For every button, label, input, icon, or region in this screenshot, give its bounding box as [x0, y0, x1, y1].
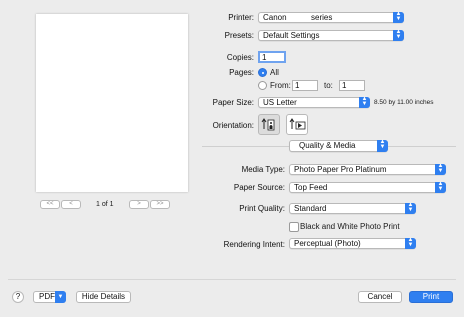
chevron-updown-icon: ▲ ▼	[377, 139, 388, 152]
section-select[interactable]: Quality & Media ▲ ▼	[289, 139, 388, 152]
bw-photo-checkbox[interactable]	[289, 222, 299, 232]
chevron-updown-icon: ▲ ▼	[393, 11, 404, 23]
presets-label: Presets:	[224, 31, 254, 40]
hide-details-button[interactable]: Hide Details	[76, 291, 131, 303]
footer-divider	[8, 279, 456, 280]
pages-from-field[interactable]: 1	[292, 80, 318, 91]
paper-size-label: Paper Size:	[212, 98, 254, 107]
paper-dimensions: 8.50 by 11.00 inches	[374, 99, 434, 106]
media-type-value: Photo Paper Pro Platinum	[294, 165, 387, 174]
chevron-updown-icon: ▲ ▼	[405, 237, 416, 249]
pdf-menu-button[interactable]: PDF ▼	[33, 291, 66, 303]
print-quality-value: Standard	[294, 204, 327, 213]
paper-source-value: Top Feed	[294, 183, 328, 192]
orientation-label: Orientation:	[212, 121, 254, 130]
print-quality-label: Print Quality:	[239, 204, 285, 213]
pdf-label: PDF	[39, 292, 55, 301]
pages-all-radio[interactable]	[258, 68, 267, 77]
section-value: Quality & Media	[299, 141, 356, 150]
page-counter: 1 of 1	[96, 201, 114, 208]
media-type-select[interactable]: Photo Paper Pro Platinum ▲ ▼	[289, 163, 446, 175]
print-quality-select[interactable]: Standard ▲ ▼	[289, 202, 416, 214]
paper-source-label: Paper Source:	[233, 183, 285, 192]
chevron-updown-icon: ▲ ▼	[435, 163, 446, 175]
paper-size-select[interactable]: US Letter ▲ ▼	[258, 96, 370, 108]
presets-value: Default Settings	[263, 31, 320, 40]
prev-page-button[interactable]: <	[61, 200, 81, 209]
presets-select[interactable]: Default Settings ▲ ▼	[258, 29, 404, 41]
rendering-intent-label: Rendering Intent:	[223, 240, 285, 249]
printer-value: Canon series	[263, 13, 333, 22]
pages-label: Pages:	[229, 68, 254, 77]
landscape-orientation-button[interactable]	[286, 114, 308, 135]
last-page-button[interactable]: >>	[150, 200, 170, 209]
portrait-icon	[261, 118, 275, 131]
chevron-updown-icon: ▲ ▼	[405, 202, 416, 214]
pages-to-field[interactable]: 1	[339, 80, 365, 91]
copies-field[interactable]: 1	[258, 51, 286, 63]
first-page-button[interactable]: <<	[40, 200, 60, 209]
next-page-button[interactable]: >	[129, 200, 149, 209]
rendering-intent-select[interactable]: Perceptual (Photo) ▲ ▼	[289, 237, 416, 249]
media-type-label: Media Type:	[241, 165, 285, 174]
chevron-down-icon: ▼	[55, 291, 66, 303]
page-preview	[36, 14, 188, 192]
bw-photo-label: Black and White Photo Print	[300, 222, 400, 231]
rendering-intent-value: Perceptual (Photo)	[294, 239, 361, 248]
landscape-icon	[289, 118, 306, 130]
printer-label: Printer:	[228, 13, 254, 22]
pages-range-radio[interactable]	[258, 81, 267, 90]
paper-size-value: US Letter	[263, 98, 297, 107]
portrait-orientation-button[interactable]	[258, 114, 280, 135]
copies-label: Copies:	[226, 53, 254, 62]
help-button[interactable]: ?	[12, 291, 24, 303]
pages-from-label: From:	[270, 81, 291, 90]
chevron-updown-icon: ▲ ▼	[393, 29, 404, 41]
pages-to-label: to:	[324, 81, 333, 90]
chevron-updown-icon: ▲ ▼	[435, 181, 446, 193]
printer-select[interactable]: Canon series ▲ ▼	[258, 11, 404, 23]
print-button[interactable]: Print	[409, 291, 453, 303]
chevron-updown-icon: ▲ ▼	[359, 96, 370, 108]
cancel-button[interactable]: Cancel	[358, 291, 402, 303]
paper-source-select[interactable]: Top Feed ▲ ▼	[289, 181, 446, 193]
pages-all-label: All	[270, 68, 279, 77]
